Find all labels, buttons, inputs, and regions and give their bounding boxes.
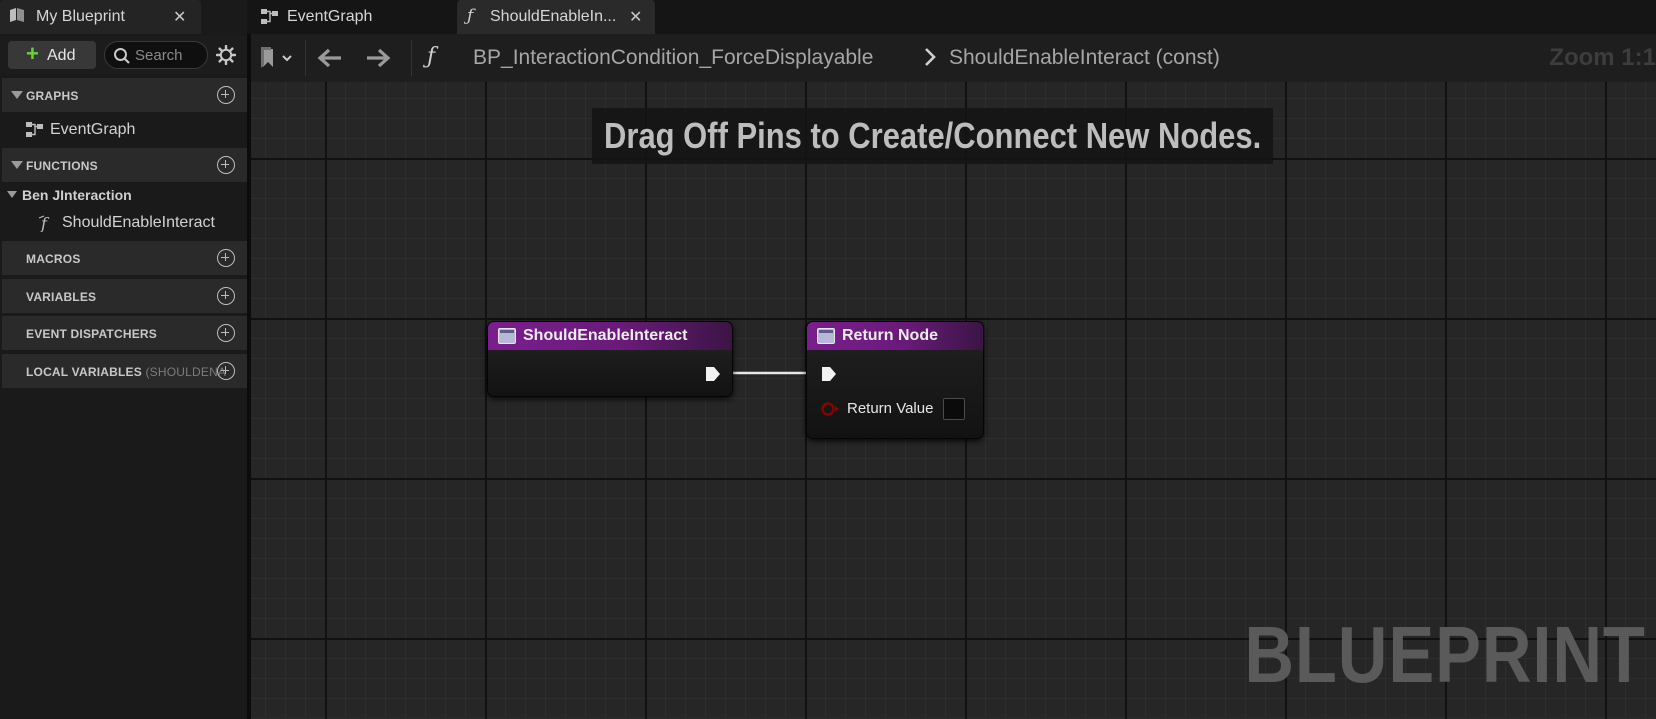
- add-variable-icon[interactable]: [217, 287, 235, 305]
- section-variables[interactable]: VARIABLES: [2, 279, 247, 313]
- tree-item-label: EventGraph: [50, 121, 136, 138]
- node-body: Return Value: [807, 350, 983, 438]
- add-macro-icon[interactable]: [217, 249, 235, 267]
- forward-arrow-icon[interactable]: [365, 48, 391, 68]
- node-header: ShouldEnableInteract: [488, 322, 732, 350]
- section-graphs[interactable]: GRAPHS: [2, 78, 247, 112]
- collapse-arrow-icon[interactable]: [7, 191, 17, 198]
- tab-label: ShouldEnableIn...: [490, 8, 617, 25]
- category-label: Ben JInteraction: [22, 187, 132, 203]
- blueprint-watermark: BLUEPRINT: [1244, 610, 1646, 699]
- graph-canvas[interactable]: Drag Off Pins to Create/Connect New Node…: [251, 82, 1656, 719]
- breadcrumb-blueprint[interactable]: BP_InteractionCondition_ForceDisplayable: [473, 46, 873, 70]
- graph-icon: [261, 9, 278, 24]
- back-arrow-icon[interactable]: [317, 48, 343, 68]
- function-entry-node[interactable]: ShouldEnableInteract: [487, 321, 733, 397]
- toolbar-separator: [305, 40, 306, 76]
- search-field[interactable]: [104, 41, 208, 69]
- section-functions[interactable]: FUNCTIONS: [2, 148, 247, 182]
- zoom-level: Zoom 1:1: [1549, 44, 1656, 71]
- local-variables-label: LOCAL VARIABLES: [26, 365, 142, 379]
- tab-should-enable-interact[interactable]: ƒ ShouldEnableIn... ✕: [457, 0, 655, 34]
- node-body: [488, 350, 732, 396]
- plus-icon: +: [26, 41, 39, 66]
- category-ben-jinteraction[interactable]: Ben JInteraction: [0, 185, 247, 205]
- add-local-variable-icon[interactable]: [217, 362, 235, 380]
- close-icon[interactable]: ✕: [173, 7, 186, 27]
- my-blueprint-panel: My Blueprint ✕ + Add GRAPHS: [0, 0, 247, 719]
- section-macros[interactable]: MACROS: [2, 241, 247, 275]
- node-title: ShouldEnableInteract: [523, 327, 688, 344]
- blueprint-icon: [10, 8, 24, 22]
- bool-pin-icon[interactable]: [821, 401, 841, 417]
- tree-item-label: ShouldEnableInteract: [62, 214, 215, 231]
- breadcrumb-function[interactable]: ShouldEnableInteract (const): [949, 46, 1220, 70]
- add-graph-icon[interactable]: [217, 86, 235, 104]
- add-button[interactable]: + Add: [8, 41, 96, 69]
- section-label: EVENT DISPATCHERS: [26, 327, 157, 341]
- section-local-variables[interactable]: LOCAL VARIABLES (SHOULDENA: [2, 354, 247, 388]
- collapse-arrow-icon[interactable]: [11, 91, 23, 99]
- section-label: MACROS: [26, 252, 81, 266]
- add-event-dispatcher-icon[interactable]: [217, 324, 235, 342]
- gear-icon[interactable]: [216, 45, 236, 65]
- toolbar-separator: [411, 40, 412, 76]
- function-icon: ƒ: [427, 44, 436, 69]
- section-label: LOCAL VARIABLES (SHOULDENA: [26, 365, 226, 379]
- search-input[interactable]: [135, 46, 203, 64]
- tab-label: EventGraph: [287, 8, 373, 25]
- panel-title: My Blueprint: [36, 8, 125, 25]
- return-value-label: Return Value: [847, 400, 934, 417]
- graph-icon: [26, 122, 43, 137]
- search-icon: [114, 48, 130, 64]
- document-tabs: EventGraph ƒ ShouldEnableIn... ✕: [251, 0, 1656, 34]
- section-label: GRAPHS: [26, 89, 79, 103]
- close-icon[interactable]: ✕: [629, 7, 642, 27]
- add-function-icon[interactable]: [217, 156, 235, 174]
- section-label: VARIABLES: [26, 290, 97, 304]
- section-event-dispatchers[interactable]: EVENT DISPATCHERS: [2, 316, 247, 350]
- tab-eventgraph[interactable]: EventGraph: [251, 0, 451, 34]
- left-toolbar: + Add: [0, 36, 247, 74]
- function-icon: ƒ: [467, 6, 474, 26]
- bookmark-icon[interactable]: [261, 47, 295, 69]
- return-value-checkbox[interactable]: [943, 398, 965, 420]
- collapse-arrow-icon[interactable]: [11, 161, 23, 169]
- add-button-label: Add: [47, 47, 76, 64]
- graph-toolbar: ƒ BP_InteractionCondition_ForceDisplayab…: [251, 34, 1656, 82]
- section-label: FUNCTIONS: [26, 159, 98, 173]
- node-function-icon: [498, 328, 516, 344]
- local-variables-scope: (SHOULDENA: [145, 365, 227, 379]
- return-node[interactable]: Return Node Return Value: [806, 321, 984, 439]
- node-title: Return Node: [842, 327, 938, 344]
- my-blueprint-tab[interactable]: My Blueprint ✕: [0, 0, 201, 34]
- node-function-icon: [817, 328, 835, 344]
- chevron-right-icon: [925, 48, 936, 66]
- exec-pin-icon[interactable]: [705, 366, 721, 382]
- exec-pin-icon[interactable]: [821, 366, 837, 382]
- node-header: Return Node: [807, 322, 983, 350]
- function-icon: f: [38, 214, 50, 232]
